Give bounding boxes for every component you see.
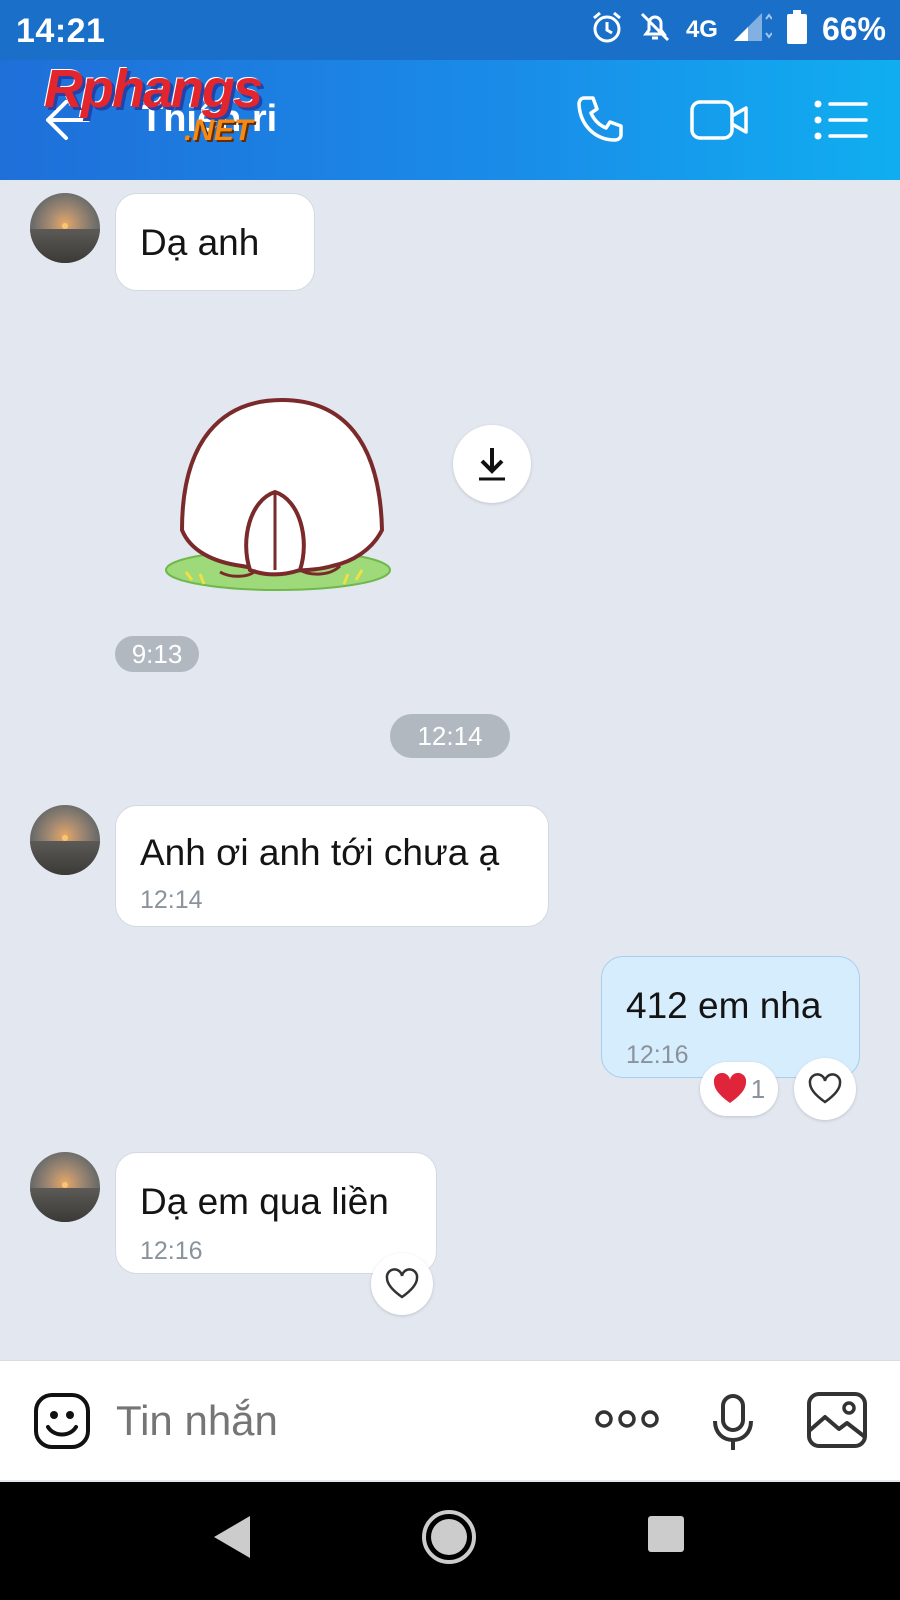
emoji-icon [34, 1393, 90, 1449]
message-time: 12:14 [140, 886, 203, 914]
message-text: Dạ em qua liền [140, 1181, 389, 1222]
more-icon [595, 1410, 659, 1428]
message-bubble[interactable]: Dạ anh [115, 193, 315, 291]
video-icon [690, 100, 748, 140]
square-recents-icon [648, 1516, 684, 1552]
status-time: 14:21 [16, 12, 106, 50]
alarm-icon [590, 10, 624, 49]
system-nav-bar [0, 1482, 900, 1600]
status-bar: 14:21 4G 66% [0, 0, 900, 60]
contact-avatar[interactable] [30, 1152, 100, 1222]
reaction-summary[interactable]: 1 [700, 1062, 778, 1116]
voice-call-button[interactable] [570, 90, 634, 150]
image-icon [807, 1392, 867, 1448]
network-type: 4G [685, 15, 718, 43]
chat-menu-button[interactable] [810, 90, 874, 150]
heart-outline-icon [385, 1268, 419, 1299]
chat-header: Thiện ri [0, 60, 900, 180]
message-input-bar [0, 1360, 900, 1480]
message-bubble[interactable]: Anh ơi anh tới chưa ạ 12:14 [115, 805, 549, 927]
message-input[interactable] [116, 1397, 556, 1445]
message-time: 9:13 [115, 636, 199, 672]
nav-back-button[interactable] [210, 1512, 256, 1567]
mute-icon [638, 10, 672, 49]
download-icon [479, 448, 505, 481]
message-text: Anh ơi anh tới chưa ạ [140, 832, 500, 873]
contact-name[interactable]: Thiện ri [140, 98, 277, 141]
triangle-back-icon [214, 1516, 250, 1558]
message-time: 12:16 [626, 1041, 689, 1069]
status-icons: 4G 66% [590, 10, 886, 49]
battery-icon [786, 10, 808, 49]
emoji-button[interactable] [32, 1391, 92, 1456]
signal-icon [732, 11, 773, 48]
arrow-left-icon [46, 100, 90, 140]
contact-avatar[interactable] [30, 805, 100, 875]
time-separator: 12:14 [390, 714, 510, 758]
phone-icon [577, 96, 623, 142]
reaction-count: 1 [750, 1073, 766, 1104]
image-button[interactable] [806, 1391, 868, 1454]
microphone-icon [713, 1394, 753, 1450]
download-button[interactable] [453, 425, 531, 503]
message-time: 12:16 [140, 1237, 203, 1265]
heart-outline-icon [808, 1073, 842, 1104]
battery-level: 66% [821, 11, 886, 47]
bunny-bowing-sticker[interactable] [160, 390, 400, 600]
react-button[interactable] [371, 1253, 433, 1315]
nav-recents-button[interactable] [646, 1514, 686, 1559]
video-call-button[interactable] [688, 90, 752, 150]
list-icon [814, 100, 868, 140]
back-button[interactable] [42, 96, 92, 144]
contact-avatar[interactable] [30, 193, 100, 263]
nav-home-button[interactable] [420, 1508, 478, 1571]
voice-button[interactable] [712, 1393, 754, 1458]
more-button[interactable] [594, 1407, 660, 1436]
message-text: 412 em nha [626, 985, 822, 1026]
circle-home-icon [422, 1510, 476, 1564]
message-text: Dạ anh [140, 222, 260, 263]
heart-filled-icon [713, 1073, 746, 1103]
react-button[interactable] [794, 1058, 856, 1120]
